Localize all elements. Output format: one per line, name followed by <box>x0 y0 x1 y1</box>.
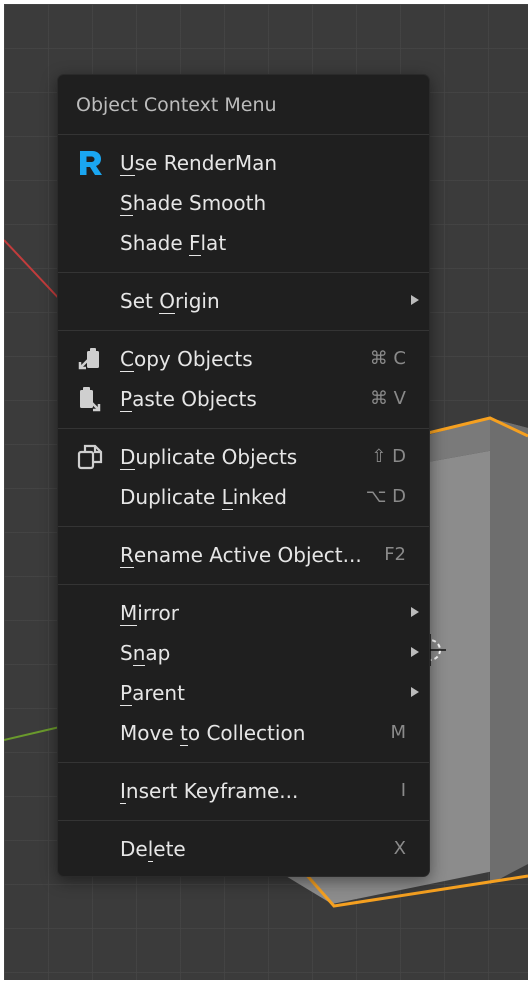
menu-item-shade-smooth[interactable]: Shade Smooth <box>58 183 429 223</box>
menu-separator <box>58 584 429 585</box>
submenu-arrow-icon <box>411 295 419 305</box>
menu-item-snap[interactable]: Snap <box>58 633 429 673</box>
menu-item-label: Shade Smooth <box>120 191 267 216</box>
menu-item-duplicate-linked[interactable]: Duplicate Linked ⌥ D <box>58 477 429 517</box>
accelerator-letter: O <box>159 289 175 314</box>
submenu-arrow-icon <box>411 647 419 657</box>
menu-item-label: Use RenderMan <box>120 151 278 176</box>
accelerator-letter: t <box>180 721 188 746</box>
paste-icon <box>80 387 101 412</box>
menu-item-label: Mirror <box>120 601 179 626</box>
menu-separator <box>58 134 429 135</box>
submenu-arrow-icon <box>411 607 419 617</box>
menu-item-use-renderman[interactable]: Use RenderMan <box>58 143 429 183</box>
renderman-icon <box>80 151 102 175</box>
menu-item-label: Duplicate Linked <box>120 485 287 510</box>
menu-item-move-to-collection[interactable]: Move to Collection M <box>58 713 429 753</box>
accelerator-letter: P <box>120 387 133 412</box>
menu-item-label: Insert Keyframe... <box>120 779 299 804</box>
menu-item-copy-objects[interactable]: Copy Objects ⌘ C <box>58 339 429 379</box>
object-context-menu: Object Context Menu Use RenderMan Shade … <box>57 74 430 877</box>
menu-item-shade-flat[interactable]: Shade Flat <box>58 223 429 263</box>
menu-item-paste-objects[interactable]: Paste Objects ⌘ V <box>58 379 429 419</box>
accelerator-letter: M <box>120 601 138 626</box>
accelerator-letter: I <box>120 779 126 804</box>
menu-item-label: Duplicate Objects <box>120 445 298 470</box>
menu-item-parent[interactable]: Parent <box>58 673 429 713</box>
menu-item-label: Delete <box>120 837 186 862</box>
menu-item-shortcut: ⌥ D <box>365 486 406 507</box>
menu-item-delete[interactable]: Delete X <box>58 829 429 869</box>
menu-item-shortcut: ⌘ C <box>369 348 406 369</box>
menu-item-label: Shade Flat <box>120 231 227 256</box>
accelerator-letter: C <box>120 347 134 372</box>
y-axis-line <box>4 725 65 741</box>
menu-separator <box>58 762 429 763</box>
menu-item-shortcut: X <box>393 838 406 859</box>
menu-title: Object Context Menu <box>76 94 277 116</box>
accelerator-letter: l <box>147 837 154 862</box>
accelerator-letter: n <box>132 641 146 666</box>
menu-item-label: Snap <box>120 641 171 666</box>
menu-separator <box>58 428 429 429</box>
menu-item-rename-active-object[interactable]: Rename Active Object... F2 <box>58 535 429 575</box>
menu-item-label: Paste Objects <box>120 387 257 412</box>
menu-item-set-origin[interactable]: Set Origin <box>58 281 429 321</box>
menu-item-shortcut: ⇧ D <box>371 446 406 467</box>
accelerator-letter: D <box>120 445 136 470</box>
menu-separator <box>58 272 429 273</box>
menu-item-label: Parent <box>120 681 185 706</box>
x-axis-line <box>4 239 65 305</box>
menu-item-insert-keyframe[interactable]: Insert Keyframe... I <box>58 771 429 811</box>
menu-item-mirror[interactable]: Mirror <box>58 593 429 633</box>
3d-viewport[interactable]: Object Context Menu Use RenderMan Shade … <box>4 4 528 980</box>
accelerator-letter: L <box>221 485 233 510</box>
duplicate-icon <box>77 444 103 470</box>
menu-separator <box>58 330 429 331</box>
menu-separator <box>58 820 429 821</box>
menu-item-label: Copy Objects <box>120 347 253 372</box>
accelerator-letter: F <box>188 231 201 256</box>
cube-side-face <box>490 418 528 884</box>
accelerator-letter: U <box>120 151 135 176</box>
menu-item-shortcut: I <box>400 780 406 801</box>
menu-separator <box>58 526 429 527</box>
menu-item-shortcut: ⌘ V <box>369 388 406 409</box>
menu-item-shortcut: M <box>390 722 406 743</box>
submenu-arrow-icon <box>411 687 419 697</box>
accelerator-letter: P <box>120 681 133 706</box>
menu-item-label: Rename Active Object... <box>120 543 362 568</box>
menu-item-duplicate-objects[interactable]: Duplicate Objects ⇧ D <box>58 437 429 477</box>
menu-item-shortcut: F2 <box>384 544 406 565</box>
menu-item-label: Move to Collection <box>120 721 306 746</box>
copy-icon <box>78 348 99 370</box>
menu-item-label: Set Origin <box>120 289 220 314</box>
accelerator-letter: S <box>120 191 133 216</box>
accelerator-letter: R <box>120 543 134 568</box>
